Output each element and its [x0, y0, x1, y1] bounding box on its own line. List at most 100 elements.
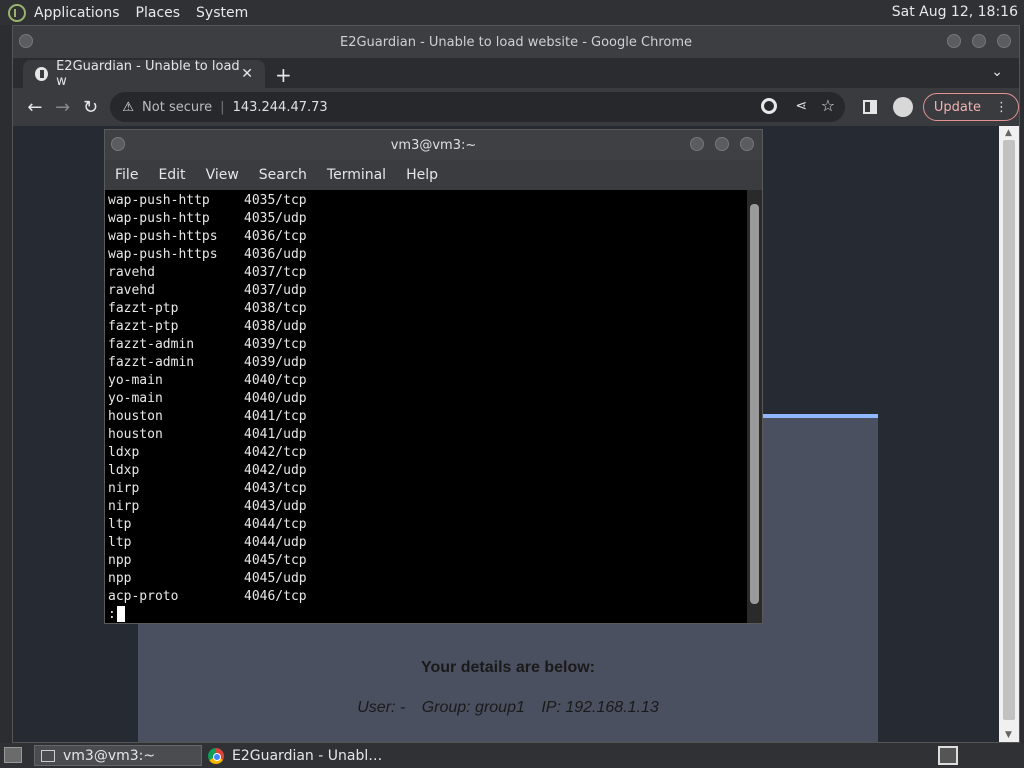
share-icon[interactable]: ⋖	[795, 98, 807, 114]
update-label: Update	[933, 99, 981, 115]
terminal-titlebar[interactable]: vm3@vm3:~	[105, 130, 762, 160]
service-port: 4035/tcp	[244, 193, 307, 208]
service-name: wap-push-https	[108, 247, 218, 262]
taskbar-item-terminal[interactable]: vm3@vm3:~	[34, 745, 202, 766]
maximize-icon[interactable]	[972, 34, 986, 48]
menu-terminal[interactable]: Terminal	[327, 167, 386, 183]
service-port: 4036/udp	[244, 247, 307, 262]
service-port: 4038/udp	[244, 319, 307, 334]
maximize-icon[interactable]	[715, 137, 729, 151]
taskbar-item-chrome[interactable]: E2Guardian - Unabl…	[204, 745, 504, 766]
show-desktop-icon[interactable]	[4, 747, 22, 763]
clock[interactable]: Sat Aug 12, 18:16	[892, 4, 1018, 20]
menu-help[interactable]: Help	[406, 167, 438, 183]
card-accent-bar	[763, 414, 878, 418]
page-scrollbar[interactable]: ▲ ▼	[999, 126, 1019, 742]
service-name: fazzt-ptp	[108, 301, 179, 316]
bottom-panel: vm3@vm3:~ E2Guardian - Unabl…	[0, 743, 1024, 768]
terminal-line: wap-push-http 4035/udp	[108, 210, 749, 228]
minimize-icon[interactable]	[947, 34, 961, 48]
new-tab-icon[interactable]: +	[275, 63, 292, 87]
terminal-line: houston 4041/tcp	[108, 408, 749, 426]
window-menu-icon[interactable]	[111, 137, 125, 151]
terminal-line: wap-push-http 4035/tcp	[108, 192, 749, 210]
terminal-line: fazzt-admin 4039/udp	[108, 354, 749, 372]
bookmark-star-icon[interactable]: ☆	[821, 96, 835, 115]
browser-tab[interactable]: E2Guardian - Unable to load w ✕	[23, 59, 265, 89]
text-cursor	[116, 606, 125, 622]
terminal-line: wap-push-https 4036/tcp	[108, 228, 749, 246]
menu-places[interactable]: Places	[136, 5, 181, 21]
service-port: 4039/udp	[244, 355, 307, 370]
menu-system[interactable]: System	[196, 5, 248, 21]
service-port: 4037/tcp	[244, 265, 307, 280]
profile-avatar-icon[interactable]	[893, 97, 913, 117]
terminal-prompt-line: :	[108, 606, 749, 623]
menu-view[interactable]: View	[206, 167, 239, 183]
service-port: 4042/tcp	[244, 445, 307, 460]
terminal-lines: wap-push-http 4035/tcp wap-push-http 4035/u…	[108, 192, 749, 606]
chrome-icon	[208, 747, 224, 764]
service-port: 4039/tcp	[244, 337, 307, 352]
terminal-line: npp 4045/tcp	[108, 552, 749, 570]
service-name: ltp	[108, 517, 132, 532]
top-panel: Applications Places System Sat Aug 12, 1…	[0, 0, 1024, 25]
terminal-line: nirp 4043/tcp	[108, 480, 749, 498]
terminal-line: ldxp 4042/udp	[108, 462, 749, 480]
terminal-line: yo-main 4040/tcp	[108, 372, 749, 390]
tab-strip: E2Guardian - Unable to load w ✕ + ⌄	[13, 58, 1019, 89]
terminal-line: yo-main 4040/udp	[108, 390, 749, 408]
address-bar[interactable]: ⚠ Not secure | 143.244.47.73 ⋖ ☆	[110, 92, 846, 122]
terminal-output[interactable]: wap-push-http 4035/tcp wap-push-http 4035/u…	[105, 190, 749, 623]
terminal-icon	[41, 749, 55, 762]
security-label[interactable]: Not secure	[142, 100, 212, 115]
service-name: houston	[108, 427, 163, 442]
window-menu-icon[interactable]	[19, 34, 33, 48]
service-name: nirp	[108, 499, 140, 514]
menu-file[interactable]: File	[115, 167, 138, 183]
terminal-line: npp 4045/udp	[108, 570, 749, 588]
google-lens-icon[interactable]	[761, 98, 778, 114]
service-name: ravehd	[108, 265, 155, 280]
service-port: 4036/tcp	[244, 229, 307, 244]
service-name: wap-push-https	[108, 229, 218, 244]
update-button[interactable]: Update ⋮	[922, 93, 1019, 121]
terminal-line: fazzt-admin 4039/tcp	[108, 336, 749, 354]
warning-icon[interactable]: ⚠	[122, 100, 134, 115]
pager-prompt: :	[108, 607, 116, 622]
scroll-down-icon[interactable]: ▼	[1005, 730, 1012, 740]
url-text[interactable]: 143.244.47.73	[233, 100, 328, 115]
tab-search-icon[interactable]: ⌄	[991, 64, 1003, 80]
distro-logo-icon[interactable]	[8, 3, 26, 22]
menu-edit[interactable]: Edit	[158, 167, 185, 183]
terminal-line: fazzt-ptp 4038/tcp	[108, 300, 749, 318]
back-icon[interactable]: ←	[21, 97, 49, 118]
taskbar-label: E2Guardian - Unabl…	[232, 747, 383, 764]
group-label: Group: group1	[421, 699, 525, 716]
scrollbar-thumb[interactable]	[1003, 140, 1015, 720]
service-name: npp	[108, 571, 132, 586]
terminal-line: fazzt-ptp 4038/udp	[108, 318, 749, 336]
workspace-switcher-icon[interactable]	[938, 746, 958, 765]
close-window-icon[interactable]	[997, 34, 1011, 48]
minimize-icon[interactable]	[690, 137, 704, 151]
close-tab-icon[interactable]: ✕	[241, 66, 253, 82]
close-window-icon[interactable]	[740, 137, 754, 151]
tab-title: E2Guardian - Unable to load w	[56, 59, 240, 89]
window-title: E2Guardian - Unable to load website - Go…	[339, 34, 692, 50]
terminal-scrollbar-thumb[interactable]	[750, 204, 759, 604]
service-port: 4040/udp	[244, 391, 307, 406]
menu-search[interactable]: Search	[259, 167, 307, 183]
more-menu-icon[interactable]: ⋮	[995, 100, 1008, 115]
forward-icon[interactable]: →	[49, 97, 77, 118]
terminal-scrollbar[interactable]	[747, 190, 762, 623]
terminal-line: wap-push-https 4036/udp	[108, 246, 749, 264]
chrome-titlebar[interactable]: E2Guardian - Unable to load website - Go…	[13, 26, 1019, 58]
scroll-up-icon[interactable]: ▲	[1005, 128, 1012, 138]
terminal-line: nirp 4043/udp	[108, 498, 749, 516]
menu-applications[interactable]: Applications	[34, 5, 120, 21]
reload-icon[interactable]: ↻	[77, 97, 105, 118]
service-port: 4044/udp	[244, 535, 307, 550]
side-panel-icon[interactable]	[863, 100, 878, 114]
service-port: 4045/udp	[244, 571, 307, 586]
